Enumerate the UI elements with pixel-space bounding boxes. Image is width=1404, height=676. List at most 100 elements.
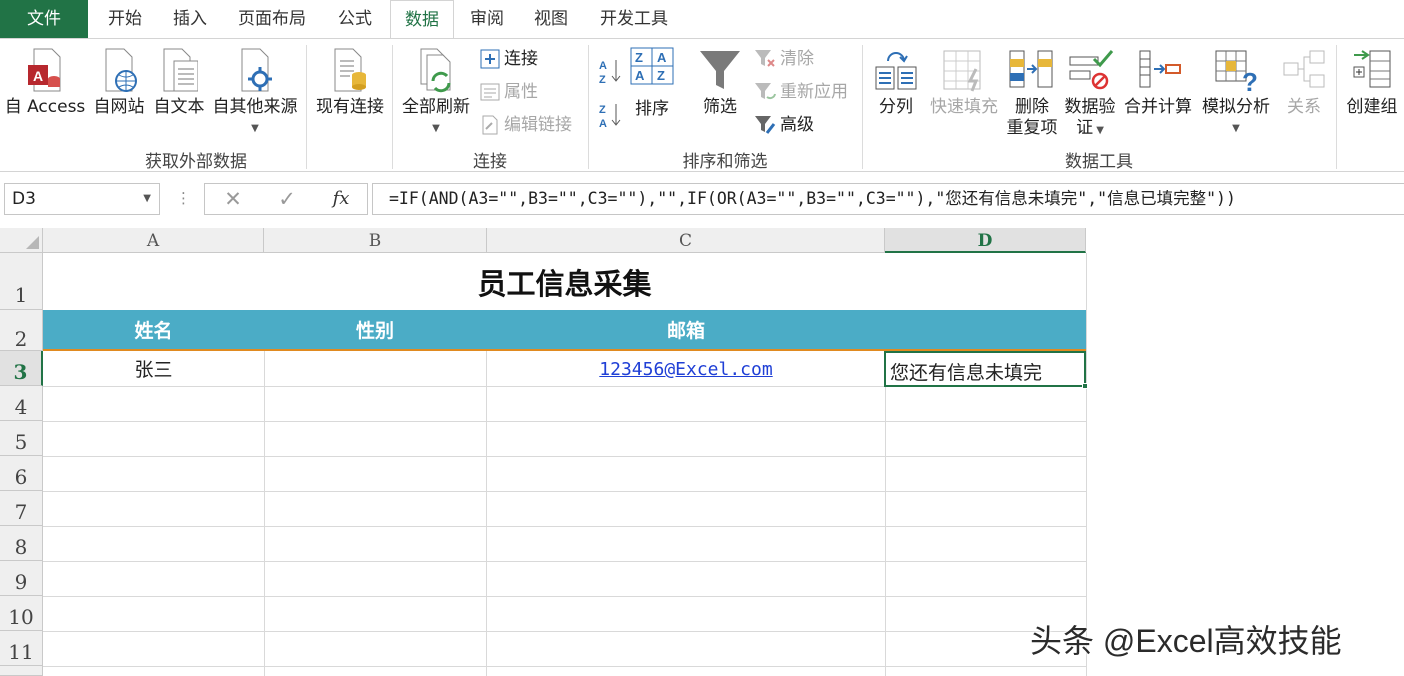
title-cell[interactable]: 员工信息采集 [43,253,1086,310]
row-header-6[interactable]: 6 [0,456,43,491]
reapply-icon [754,82,776,102]
gridline [43,456,1086,457]
row-header-3[interactable]: 3 [0,351,43,386]
refresh-all-button[interactable]: 全部刷新 ▼ [398,47,474,139]
what-if-icon: ? [1212,47,1260,97]
row-header-1[interactable]: 1 [0,253,43,310]
cancel-icon[interactable]: ✕ [213,184,253,214]
sort-ascending-icon: AZ [598,57,622,85]
insert-function-icon[interactable]: fx [321,184,361,214]
cell-a3[interactable]: 张三 [43,353,264,387]
svg-text:?: ? [1242,67,1258,93]
row-header-10[interactable]: 10 [0,596,43,631]
tab-home[interactable]: 开始 [96,0,154,38]
tab-file[interactable]: 文件 [0,0,88,38]
data-validation-button[interactable]: 数据验 证 ▼ [1062,47,1118,141]
sort-button[interactable]: ZAAZ 排序 [628,47,676,120]
header-cell-name[interactable]: 姓名 [43,310,264,349]
text-to-columns-icon [874,47,918,93]
gridline [43,526,1086,527]
svg-text:Z: Z [635,50,643,65]
enter-icon[interactable]: ✓ [267,184,307,214]
relationships-icon [1282,47,1326,93]
group-label-connections: 连接 [473,152,507,172]
svg-text:A: A [599,60,607,72]
watermark: 头条 @Excel高效技能 [1030,623,1342,659]
formula-input[interactable]: =IF(AND(A3="",B3="",C3=""),"",IF(OR(A3="… [372,183,1404,215]
row-header-12[interactable] [0,666,43,676]
column-header-b[interactable]: B [264,228,487,253]
sort-ascending-button[interactable]: AZ [598,57,626,85]
tab-data[interactable]: 数据 [390,0,454,39]
existing-connections-icon [331,47,369,93]
header-cell-d[interactable] [886,310,1086,349]
formula-bar: D3 ▼ ⋮ ✕ ✓ fx =IF(AND(A3="",B3="",C3="")… [0,180,1404,218]
select-all-button[interactable] [0,228,43,253]
tab-view[interactable]: 视图 [522,0,580,38]
group-label-get-external-data: 获取外部数据 [145,152,247,172]
svg-text:Z: Z [657,68,665,83]
group-button[interactable]: 创建组 [1340,47,1404,118]
cell-c3-email-link[interactable]: 123456@Excel.com [487,353,885,387]
row-header-2[interactable]: 2 [0,310,43,351]
row-header-8[interactable]: 8 [0,526,43,561]
reapply-button[interactable]: 重新应用 [754,80,848,104]
flash-fill-button[interactable]: 快速填充 [926,47,1002,118]
header-cell-email[interactable]: 邮箱 [486,310,886,349]
tab-insert[interactable]: 插入 [162,0,218,38]
row-header-7[interactable]: 7 [0,491,43,526]
connections-button[interactable]: 连接 [480,47,538,71]
properties-button[interactable]: 属性 [480,80,538,104]
gridline [43,631,1086,632]
from-web-button[interactable]: 自网站 [90,47,148,118]
gridline [43,421,1086,422]
edit-links-button[interactable]: 编辑链接 [480,113,572,137]
sort-descending-button[interactable]: ZA [598,101,626,129]
svg-text:A: A [635,68,645,83]
web-icon [100,47,138,93]
row-header-4[interactable]: 4 [0,386,43,421]
fill-handle[interactable] [1082,383,1088,389]
chevron-down-icon[interactable]: ▼ [143,184,151,214]
row-header-9[interactable]: 9 [0,561,43,596]
row-header-5[interactable]: 5 [0,421,43,456]
column-header-c[interactable]: C [487,228,885,253]
tab-formulas[interactable]: 公式 [326,0,384,38]
clear-filter-button[interactable]: 清除 [754,47,814,71]
divider [1336,45,1337,169]
group-label-data-tools: 数据工具 [1065,152,1133,172]
ribbon-tabs: 文件 开始 插入 页面布局 公式 数据 审阅 视图 开发工具 [0,0,1404,39]
cell-b3[interactable] [264,353,486,387]
tab-developer[interactable]: 开发工具 [588,0,680,38]
sort-icon: ZAAZ [630,47,674,85]
from-other-sources-button[interactable]: 自其他来源 ▼ [208,47,302,139]
tab-review[interactable]: 审阅 [460,0,514,38]
gridline [43,666,1086,667]
remove-duplicates-button[interactable]: 删除 重复项 [1004,47,1060,139]
chevron-down-icon: ▼ [432,123,440,134]
chevron-down-icon: ▼ [1232,123,1240,134]
name-box[interactable]: D3 ▼ [4,183,160,215]
what-if-analysis-button[interactable]: ? 模拟分析 ▼ [1198,47,1274,139]
tab-page-layout[interactable]: 页面布局 [226,0,318,38]
column-header-a[interactable]: A [43,228,264,253]
gridline [43,491,1086,492]
header-cell-gender[interactable]: 性别 [264,310,486,349]
gridline [43,561,1086,562]
consolidate-button[interactable]: 合并计算 [1120,47,1196,118]
relationships-button[interactable]: 关系 [1278,47,1330,118]
gridline [1086,253,1087,676]
filter-button[interactable]: 筛选 [694,47,746,118]
text-to-columns-button[interactable]: 分列 [870,47,922,118]
more-icon[interactable]: ⋮ [176,183,191,215]
from-access-button[interactable]: A 自 Access [4,47,86,118]
advanced-filter-button[interactable]: 高级 [754,113,814,137]
from-text-button[interactable]: 自文本 [150,47,208,118]
clear-filter-icon [754,49,776,69]
existing-connections-button[interactable]: 现有连接 [312,47,388,118]
other-sources-icon [236,47,274,93]
row-header-11[interactable]: 11 [0,631,43,666]
chevron-down-icon: ▼ [251,123,259,134]
svg-text:Z: Z [599,104,606,116]
column-header-d[interactable]: D [885,228,1086,253]
